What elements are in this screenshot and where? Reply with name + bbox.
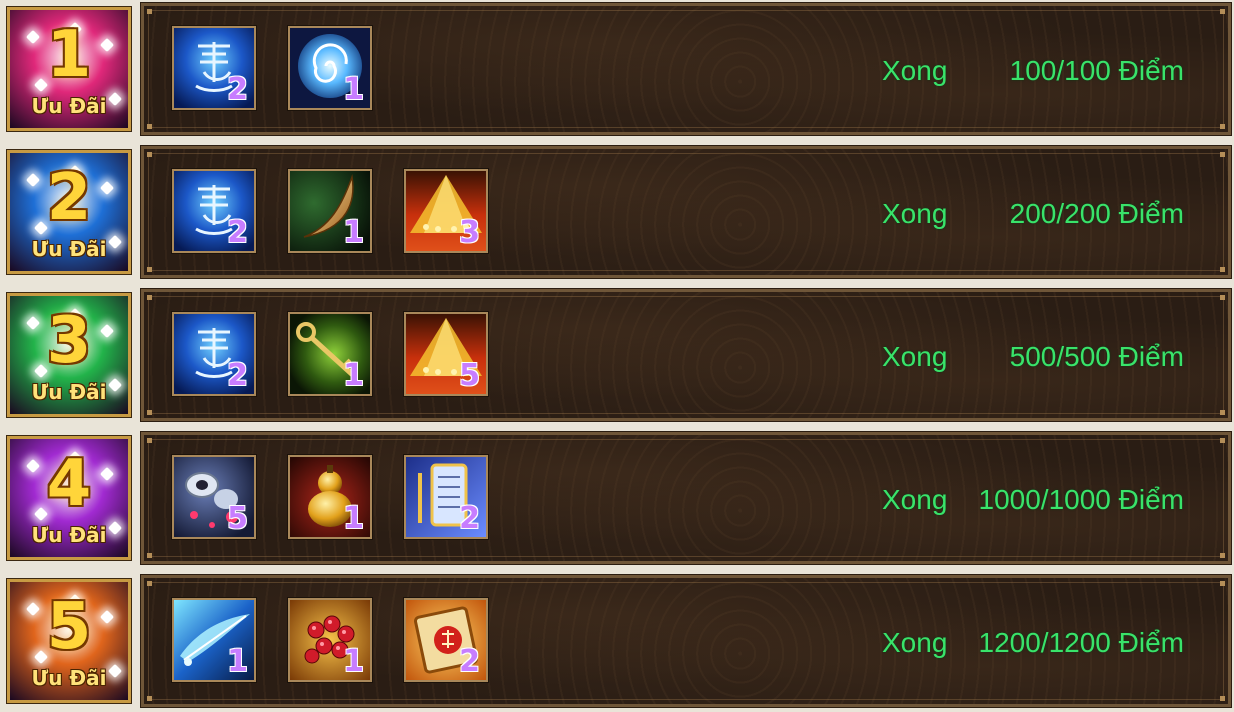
completion-status: Xong xyxy=(882,198,948,229)
tier-badge: 1 Ưu Đãi xyxy=(7,7,131,131)
reward-panel: 2 1 Xong 100/100 Điểm xyxy=(140,2,1232,136)
item-quantity: 1 xyxy=(343,644,364,679)
item-quantity: 1 xyxy=(343,72,364,107)
panel-rivet-icon xyxy=(1220,9,1225,14)
points-progress: 500/500 Điểm xyxy=(1009,341,1184,372)
reward-items: 2 1 xyxy=(172,26,372,110)
item-quantity: 1 xyxy=(227,644,248,679)
panel-rivet-icon xyxy=(1220,581,1225,586)
points-progress: 100/100 Điểm xyxy=(1009,55,1184,86)
panel-rivet-icon xyxy=(147,438,152,443)
panel-rivet-icon xyxy=(1220,267,1225,272)
panel-rivet-icon xyxy=(147,267,152,272)
reward-item-slot[interactable]: 3 xyxy=(404,169,488,253)
reward-item-slot[interactable]: 2 xyxy=(172,26,256,110)
tier-number: 1 xyxy=(46,18,92,92)
reward-item-slot[interactable]: 1 xyxy=(288,312,372,396)
reward-items: 1 1 2 xyxy=(172,598,488,682)
reward-items: 2 1 3 xyxy=(172,169,488,253)
reward-item-slot[interactable]: 1 xyxy=(288,26,372,110)
reward-item-slot[interactable]: 1 xyxy=(288,455,372,539)
reward-tier-row: 1 Ưu Đãi 2 1 Xong 100/100 Điểm xyxy=(3,2,1233,136)
reward-tier-row: 5 Ưu Đãi 1 1 2 Xong 1200/1200 Điểm xyxy=(3,574,1233,708)
tier-label: Ưu Đãi xyxy=(31,380,107,404)
panel-rivet-icon xyxy=(1220,410,1225,415)
panel-rivet-icon xyxy=(1220,696,1225,701)
panel-rivet-icon xyxy=(147,152,152,157)
reward-tier-list: 1 Ưu Đãi 2 1 Xong 100/100 Điểm 2 Ưu Đãi … xyxy=(0,0,1234,712)
reward-tier-row: 4 Ưu Đãi 5 1 2 Xong 1000/1000 Điểm xyxy=(3,431,1233,565)
item-quantity: 2 xyxy=(459,644,480,679)
reward-item-slot[interactable]: 1 xyxy=(288,598,372,682)
reward-panel: 5 1 2 Xong 1000/1000 Điểm xyxy=(140,431,1232,565)
panel-rivet-icon xyxy=(147,124,152,129)
reward-tier-row: 2 Ưu Đãi 2 1 3 Xong 200/200 Điểm xyxy=(3,145,1233,279)
item-quantity: 2 xyxy=(459,501,480,536)
reward-item-slot[interactable]: 5 xyxy=(172,455,256,539)
panel-rivet-icon xyxy=(147,696,152,701)
panel-rivet-icon xyxy=(1220,438,1225,443)
tier-label: Ưu Đãi xyxy=(31,94,107,118)
reward-item-slot[interactable]: 2 xyxy=(172,312,256,396)
completion-status: Xong xyxy=(882,627,948,658)
reward-panel: 2 1 3 Xong 200/200 Điểm xyxy=(140,145,1232,279)
reward-item-slot[interactable]: 1 xyxy=(172,598,256,682)
tier-badge: 4 Ưu Đãi xyxy=(7,436,131,560)
item-quantity: 2 xyxy=(227,215,248,250)
panel-rivet-icon xyxy=(147,581,152,586)
points-progress: 1000/1000 Điểm xyxy=(978,484,1184,515)
item-quantity: 1 xyxy=(343,501,364,536)
item-quantity: 2 xyxy=(227,358,248,393)
points-progress: 200/200 Điểm xyxy=(1009,198,1184,229)
reward-panel: 1 1 2 Xong 1200/1200 Điểm xyxy=(140,574,1232,708)
tier-number: 4 xyxy=(46,447,92,521)
tier-label: Ưu Đãi xyxy=(31,523,107,547)
reward-item-slot[interactable]: 2 xyxy=(404,598,488,682)
item-quantity: 1 xyxy=(343,215,364,250)
panel-rivet-icon xyxy=(1220,295,1225,300)
reward-item-slot[interactable]: 2 xyxy=(404,455,488,539)
item-quantity: 2 xyxy=(227,72,248,107)
reward-item-slot[interactable]: 1 xyxy=(288,169,372,253)
reward-items: 5 1 2 xyxy=(172,455,488,539)
tier-number: 3 xyxy=(46,304,92,378)
item-quantity: 1 xyxy=(343,358,364,393)
completion-status: Xong xyxy=(882,55,948,86)
tier-badge: 3 Ưu Đãi xyxy=(7,293,131,417)
tier-number: 2 xyxy=(46,161,92,235)
tier-label: Ưu Đãi xyxy=(31,666,107,690)
panel-rivet-icon xyxy=(1220,553,1225,558)
reward-item-slot[interactable]: 5 xyxy=(404,312,488,396)
tier-number: 5 xyxy=(46,590,92,664)
panel-rivet-icon xyxy=(1220,152,1225,157)
reward-panel: 2 1 5 Xong 500/500 Điểm xyxy=(140,288,1232,422)
reward-items: 2 1 5 xyxy=(172,312,488,396)
tier-badge: 5 Ưu Đãi xyxy=(7,579,131,703)
tier-label: Ưu Đãi xyxy=(31,237,107,261)
completion-status: Xong xyxy=(882,341,948,372)
tier-badge: 2 Ưu Đãi xyxy=(7,150,131,274)
panel-rivet-icon xyxy=(147,410,152,415)
points-progress: 1200/1200 Điểm xyxy=(978,627,1184,658)
reward-item-slot[interactable]: 2 xyxy=(172,169,256,253)
item-quantity: 5 xyxy=(459,358,480,393)
completion-status: Xong xyxy=(882,484,948,515)
item-quantity: 5 xyxy=(227,501,248,536)
panel-rivet-icon xyxy=(147,553,152,558)
panel-rivet-icon xyxy=(147,9,152,14)
item-quantity: 3 xyxy=(459,215,480,250)
panel-rivet-icon xyxy=(147,295,152,300)
panel-rivet-icon xyxy=(1220,124,1225,129)
reward-tier-row: 3 Ưu Đãi 2 1 5 Xong 500/500 Điểm xyxy=(3,288,1233,422)
